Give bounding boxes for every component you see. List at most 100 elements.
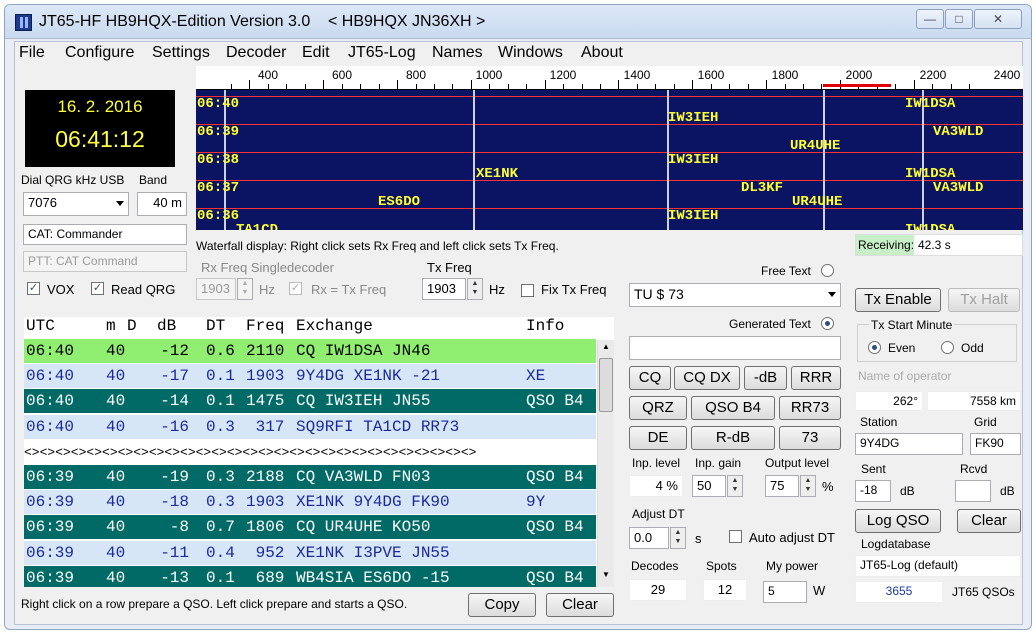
ptt-field[interactable]: PTT: CAT Command: [23, 251, 187, 272]
menu-jt65log[interactable]: JT65-Log: [348, 44, 416, 62]
menu-settings[interactable]: Settings: [152, 44, 210, 62]
dial-qrg-select[interactable]: 7076: [23, 192, 129, 216]
table-row[interactable]: 06:40 40 -16 0.3 317 SQ9RFI TA1CD RR73: [24, 414, 596, 440]
cq-button[interactable]: CQ: [629, 366, 671, 390]
menu-windows[interactable]: Windows: [498, 44, 563, 62]
inp-gain-spinner[interactable]: ▲ ▼: [727, 475, 743, 497]
station-field[interactable]: 9Y4DG: [855, 433, 963, 455]
ruler-tick: [544, 80, 546, 89]
table-row[interactable]: 06:39 40 -8 0.7 1806 CQ UR4UHE KO50 QSO B4: [24, 515, 596, 541]
ruler-tick: [802, 84, 804, 89]
menu-names[interactable]: Names: [432, 44, 483, 62]
menu-edit[interactable]: Edit: [302, 44, 330, 62]
output-level-field[interactable]: 75: [765, 475, 799, 497]
waterfall-callsign: IW3IEH: [668, 110, 719, 126]
scroll-thumb[interactable]: [599, 358, 613, 412]
readqrg-checkbox[interactable]: ✓: [91, 282, 104, 295]
clear-button[interactable]: Clear: [546, 593, 614, 617]
receiving-box: Receiving: 42.3 s: [855, 234, 1023, 256]
73-button[interactable]: 73: [779, 426, 841, 450]
cell-dt: 0.3: [206, 493, 235, 512]
fix-txfreq-checkbox[interactable]: [521, 284, 534, 297]
cell-info: QSO B4: [526, 468, 584, 486]
table-row[interactable]: 06:39 40 -13 0.1 689 WB4SIA ES6DO -15 QSO B4: [24, 565, 596, 587]
rxfreq-field[interactable]: 1903: [196, 278, 236, 300]
freetext-select[interactable]: TU $ 73: [629, 283, 841, 307]
rxfreq-spinner[interactable]: ▲ ▼: [237, 278, 253, 300]
minimize-icon[interactable]: —: [916, 9, 944, 29]
adjust-dt-field[interactable]: 0.0: [629, 527, 669, 549]
tx-halt-button[interactable]: Tx Halt: [948, 288, 1020, 312]
waterfall-callsign: ES6DO: [378, 194, 421, 210]
waterfall-time: 06:37: [197, 180, 240, 196]
cat-field[interactable]: CAT: Commander: [23, 224, 187, 245]
auto-adjust-dt-checkbox[interactable]: [729, 530, 742, 543]
table-row[interactable]: 06:40 40 -12 0.6 2110 CQ IW1DSA JN46: [24, 339, 596, 364]
qrz-button[interactable]: QRZ: [629, 396, 687, 420]
scroll-down-icon[interactable]: ▼: [600, 570, 612, 584]
cell-utc: 06:40: [26, 417, 75, 436]
ruler-tick: [360, 84, 362, 89]
clear-qso-button[interactable]: Clear: [957, 509, 1021, 533]
tx-enable-button[interactable]: Tx Enable: [855, 288, 941, 312]
clock-time: 06:41:12: [55, 126, 145, 152]
table-row[interactable]: 06:39 40 -19 0.3 2188 CQ VA3WLD FN03 QSO B4: [24, 465, 596, 490]
odd-radio[interactable]: [941, 341, 954, 354]
ruler-tick: [286, 84, 288, 89]
band-field[interactable]: 40 m: [137, 192, 187, 216]
adjust-dt-spinner[interactable]: ▲ ▼: [670, 527, 686, 549]
de-button[interactable]: DE: [629, 426, 687, 450]
r-db-button[interactable]: R-dB: [691, 426, 775, 450]
inp-gain-field[interactable]: 50: [692, 475, 726, 497]
close-icon[interactable]: ✕: [974, 9, 1022, 29]
rx-eq-tx-checkbox[interactable]: ✓: [289, 282, 302, 295]
ruler-tick: [969, 84, 970, 89]
menu-file[interactable]: File: [19, 44, 45, 62]
operator-name[interactable]: Name of operator: [858, 369, 951, 383]
minus-db-button[interactable]: -dB: [744, 366, 787, 390]
ruler-label: 800: [405, 68, 427, 82]
table-scrollbar[interactable]: ▲ ▼: [597, 340, 614, 587]
output-level-spinner[interactable]: ▲ ▼: [800, 475, 816, 497]
clock-display: 16. 2. 2016 06:41:12: [25, 90, 175, 167]
ruler-tick: [489, 84, 491, 89]
rcvd-field[interactable]: [955, 480, 991, 502]
qsob4-button[interactable]: QSO B4: [691, 396, 775, 420]
freetext-radio[interactable]: [821, 264, 834, 277]
maximize-icon[interactable]: □: [945, 9, 973, 29]
cell-dt: 0.6: [206, 342, 235, 360]
my-power-field[interactable]: 5: [763, 581, 807, 603]
menu-about[interactable]: About: [581, 44, 623, 62]
cell-ex: CQ IW1DSA JN46: [296, 342, 431, 360]
menu-decoder[interactable]: Decoder: [226, 44, 286, 62]
menu-configure[interactable]: Configure: [65, 44, 134, 62]
waterfall-display[interactable]: 06:40 06:39 06:38 06:37 06:36 IW1DSA IW3IEH VA3…: [196, 90, 1023, 230]
table-row[interactable]: 06:40 40 -17 0.1 1903 9Y4DG XE1NK -21 XE: [24, 364, 596, 390]
cqdx-button[interactable]: CQ DX: [674, 366, 740, 390]
table-row[interactable]: 06:40 40 -14 0.1 1475 CQ IW3IEH JN55 QSO B4: [24, 389, 596, 415]
table-row[interactable]: 06:39 40 -11 0.4 952 XE1NK I3PVE JN55: [24, 540, 596, 566]
ruler-tick: [729, 84, 731, 89]
vox-checkbox[interactable]: ✓: [27, 282, 40, 295]
rr73-button[interactable]: RR73: [779, 396, 841, 420]
cell-freq: 1903: [246, 367, 285, 386]
col-utc: UTC: [26, 317, 55, 335]
table-row[interactable]: 06:39 40 -18 0.3 1903 XE1NK 9Y4DG FK90 9Y: [24, 490, 596, 516]
txfreq-unit: Hz: [489, 282, 505, 297]
generated-radio[interactable]: [821, 317, 834, 330]
scroll-up-icon[interactable]: ▲: [600, 342, 612, 356]
waterfall-callsign: UR4UHE: [790, 138, 841, 154]
even-radio[interactable]: [868, 341, 881, 354]
sent-field[interactable]: -18: [855, 480, 891, 502]
waterfall-callsign: DL3KF: [741, 180, 784, 196]
txfreq-spinner[interactable]: ▲ ▼: [467, 278, 483, 300]
cell-db: -14: [160, 392, 189, 411]
txfreq-field[interactable]: 1903: [422, 278, 466, 300]
rrr-button[interactable]: RRR: [791, 366, 841, 390]
ruler-tick: [655, 84, 657, 89]
table-row[interactable]: <><><><><><><><><><><><><><><><><><><><>…: [24, 439, 596, 465]
log-qso-button[interactable]: Log QSO: [855, 509, 941, 533]
cell-dt: 0.1: [206, 568, 235, 587]
copy-button[interactable]: Copy: [468, 593, 536, 617]
grid-field[interactable]: FK90: [970, 433, 1021, 455]
